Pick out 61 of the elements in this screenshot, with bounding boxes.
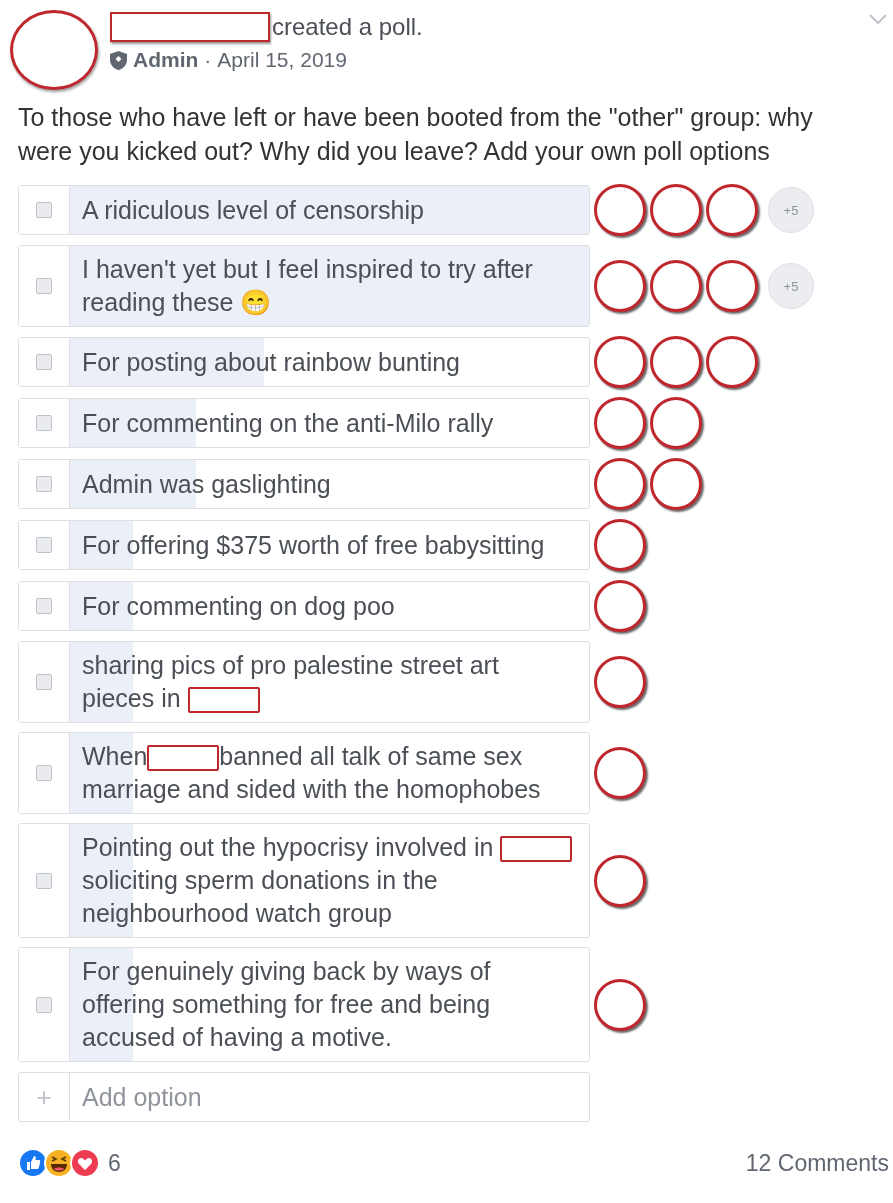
voter-avatar[interactable] bbox=[594, 184, 646, 236]
poll-option[interactable]: A ridiculous level of censorship bbox=[18, 185, 590, 235]
checkbox[interactable] bbox=[36, 996, 52, 1013]
voter-avatar[interactable] bbox=[706, 184, 758, 236]
voter-avatar[interactable] bbox=[706, 260, 758, 312]
poll-option[interactable]: For commenting on dog poo bbox=[18, 581, 590, 631]
voter-avatar[interactable] bbox=[706, 336, 758, 388]
checkbox[interactable] bbox=[36, 537, 52, 553]
option-text: Pointing out the hypocrisy involved in soliciting sperm donations in the neighbourhood watch group bbox=[82, 831, 577, 930]
post-action-text: created a poll. bbox=[272, 13, 423, 41]
shield-icon bbox=[110, 50, 127, 70]
voter-avatar[interactable] bbox=[594, 519, 646, 571]
poll-option[interactable]: Pointing out the hypocrisy involved in soliciting sperm donations in the neighbourhood watch group bbox=[18, 823, 590, 938]
option-text: I haven't yet but I feel inspired to try after reading these 😁 bbox=[82, 254, 534, 318]
voter-avatar[interactable] bbox=[594, 260, 646, 312]
add-option-field[interactable]: Add option bbox=[70, 1073, 589, 1121]
comments-link[interactable]: 12 Comments bbox=[745, 1149, 889, 1177]
voter-avatar[interactable] bbox=[650, 336, 702, 388]
option-text: For posting about rainbow bunting bbox=[82, 346, 461, 378]
voter-avatar[interactable] bbox=[594, 580, 646, 632]
option-text: For commenting on dog poo bbox=[82, 590, 395, 622]
voter-avatar[interactable] bbox=[594, 458, 646, 510]
option-text: sharing pics of pro palestine street art pieces in bbox=[82, 650, 500, 715]
option-text: A ridiculous level of censorship bbox=[82, 194, 424, 226]
voter-avatar[interactable] bbox=[594, 978, 646, 1031]
voter-avatar[interactable] bbox=[594, 656, 646, 708]
option-text: When banned all talk of same sex marriage and sided with the homophobes bbox=[82, 741, 542, 805]
checkbox[interactable] bbox=[36, 202, 52, 218]
voter-avatar[interactable] bbox=[594, 747, 646, 799]
checkbox[interactable] bbox=[36, 872, 52, 889]
option-text: For commenting on the anti-Milo rally bbox=[82, 407, 494, 439]
voter-avatar[interactable] bbox=[650, 397, 702, 449]
poll-option[interactable]: When banned all talk of same sex marriage and sided with the homophobes bbox=[18, 732, 590, 814]
voter-avatar[interactable] bbox=[650, 184, 702, 236]
voter-avatar[interactable] bbox=[594, 854, 646, 907]
option-text: For genuinely giving back by ways of offering something for free and being accused of having a motive. bbox=[82, 956, 492, 1053]
poll-option[interactable]: For offering $375 worth of free babysitting bbox=[18, 520, 590, 570]
voter-avatar[interactable] bbox=[594, 336, 646, 388]
checkbox[interactable] bbox=[36, 354, 52, 370]
poll-option[interactable]: Admin was gaslighting bbox=[18, 459, 590, 509]
checkbox[interactable] bbox=[36, 765, 52, 781]
post-text: To those who have left or have been booted from the "other" group: why were you kicked out? Why did you leave? Add your own poll options bbox=[18, 102, 814, 167]
checkbox[interactable] bbox=[36, 415, 52, 431]
poll-option[interactable]: I haven't yet but I feel inspired to try after reading these 😁 bbox=[18, 245, 590, 327]
checkbox[interactable] bbox=[36, 598, 52, 614]
voter-avatar[interactable] bbox=[594, 397, 646, 449]
voter-avatar[interactable] bbox=[650, 458, 702, 510]
reaction-count[interactable]: 6 bbox=[108, 1149, 121, 1177]
voter-avatar[interactable] bbox=[650, 260, 702, 312]
poll-option[interactable]: For genuinely giving back by ways of offering something for free and being accused of having a motive. bbox=[18, 947, 590, 1062]
checkbox[interactable] bbox=[36, 674, 52, 690]
role-label[interactable]: Admin bbox=[133, 48, 199, 72]
poll-option[interactable]: sharing pics of pro palestine street art pieces in bbox=[18, 641, 590, 723]
option-text: For offering $375 worth of free babysitting bbox=[82, 529, 545, 561]
checkbox[interactable] bbox=[36, 278, 52, 294]
poll-option[interactable]: For posting about rainbow bunting bbox=[18, 337, 590, 387]
post-date[interactable]: April 15, 2019 bbox=[217, 48, 347, 72]
checkbox[interactable] bbox=[36, 476, 52, 492]
option-text: Admin was gaslighting bbox=[82, 468, 331, 500]
poll-option[interactable]: For commenting on the anti-Milo rally bbox=[18, 398, 590, 448]
separator-dot: · bbox=[204, 48, 212, 72]
